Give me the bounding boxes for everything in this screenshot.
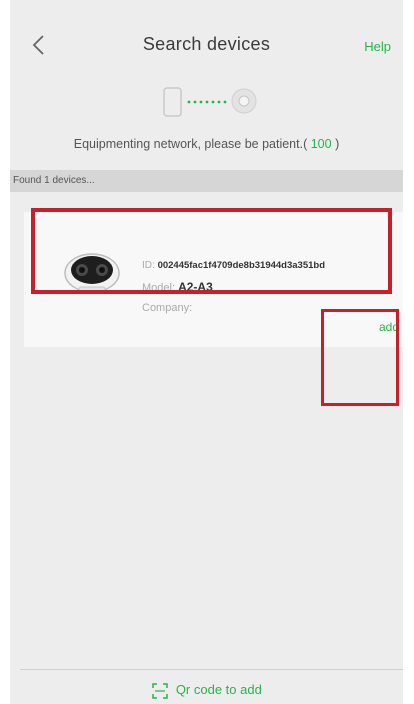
progress-value: 100 xyxy=(310,137,332,151)
connecting-dots xyxy=(187,100,227,104)
progress-open: ( xyxy=(303,137,311,151)
page-title: Search devices xyxy=(142,34,271,54)
highlight-device-info xyxy=(31,208,392,294)
footer-divider xyxy=(20,669,403,670)
progress-close: ) xyxy=(331,137,340,151)
qr-code-add-button[interactable]: Qr code to add xyxy=(0,682,414,699)
status-text: Equipmenting network, please be patient. xyxy=(73,137,304,151)
qr-scan-icon xyxy=(152,682,176,699)
phone-icon xyxy=(163,87,182,117)
help-link[interactable]: Help xyxy=(364,39,391,54)
found-devices-bar: Found 1 devices... xyxy=(10,170,403,192)
device-company-label: Company: xyxy=(142,302,193,314)
header: Search devices Help xyxy=(10,0,403,88)
camera-icon xyxy=(231,88,257,114)
network-illustration xyxy=(160,86,270,120)
device-company-row: Company: xyxy=(142,302,192,314)
network-status: Equipmenting network, please be patient.… xyxy=(10,137,403,151)
highlight-add-button xyxy=(321,309,399,406)
qr-code-label: Qr code to add xyxy=(175,682,262,697)
